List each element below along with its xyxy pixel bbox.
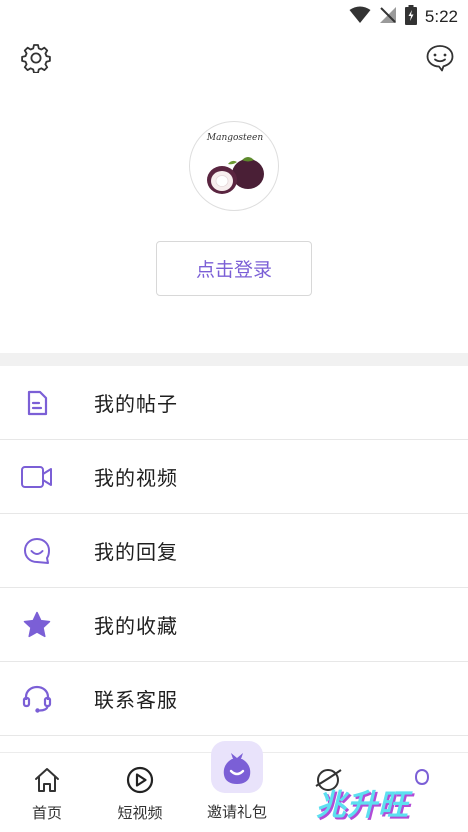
play-circle-icon	[125, 765, 155, 795]
menu-item-my-replies[interactable]: 我的回复	[0, 514, 468, 588]
battery-icon	[404, 5, 417, 29]
tab-label: 首页	[31, 804, 62, 822]
menu-item-label: 我的帖子	[94, 392, 178, 416]
menu-item-label: 我的收藏	[94, 614, 178, 638]
tab-label: 短视频	[117, 804, 163, 822]
status-icons: 5:22	[349, 5, 458, 29]
login-button[interactable]: 点击登录	[156, 241, 312, 296]
avatar[interactable]: Mangosteen	[189, 121, 279, 211]
avatar-logo-text: Mangosteen	[206, 133, 263, 143]
menu-item-label: 我的视频	[94, 466, 178, 490]
watermark-logo: 兆升旺	[316, 788, 409, 823]
person-icon	[407, 765, 437, 795]
video-camera-icon	[18, 458, 56, 496]
menu-item-label: 联系客服	[94, 688, 178, 712]
gear-icon	[21, 43, 51, 77]
tab-label: 邀请礼包	[206, 803, 267, 821]
menu-item-customer-service[interactable]: 联系客服	[0, 662, 468, 736]
gift-bag-icon	[211, 741, 263, 793]
home-icon	[32, 765, 62, 795]
chat-bubble-icon	[425, 43, 455, 77]
status-bar: 5:22	[0, 0, 468, 32]
tab-home[interactable]: 首页	[22, 753, 72, 832]
tab-short-video[interactable]: 短视频	[110, 753, 170, 832]
star-icon	[18, 606, 56, 644]
menu-item-my-favorites[interactable]: 我的收藏	[0, 588, 468, 662]
headset-icon	[18, 680, 56, 718]
smile-bubble-icon	[18, 532, 56, 570]
no-signal-icon	[379, 6, 397, 28]
profile-menu: 我的帖子 我的视频 我的回复 我的收藏 联系客服	[0, 366, 468, 736]
menu-item-my-posts[interactable]: 我的帖子	[0, 366, 468, 440]
settings-button[interactable]	[20, 44, 52, 76]
section-divider	[0, 353, 468, 366]
menu-item-label: 我的回复	[94, 540, 178, 564]
messages-button[interactable]	[424, 44, 456, 76]
menu-item-my-videos[interactable]: 我的视频	[0, 440, 468, 514]
tab-invite-gift[interactable]: 邀请礼包	[200, 741, 274, 832]
status-time: 5:22	[424, 7, 458, 26]
wifi-icon	[349, 6, 371, 28]
document-icon	[18, 384, 56, 422]
mangosteen-logo-icon: Mangosteen	[206, 133, 264, 194]
